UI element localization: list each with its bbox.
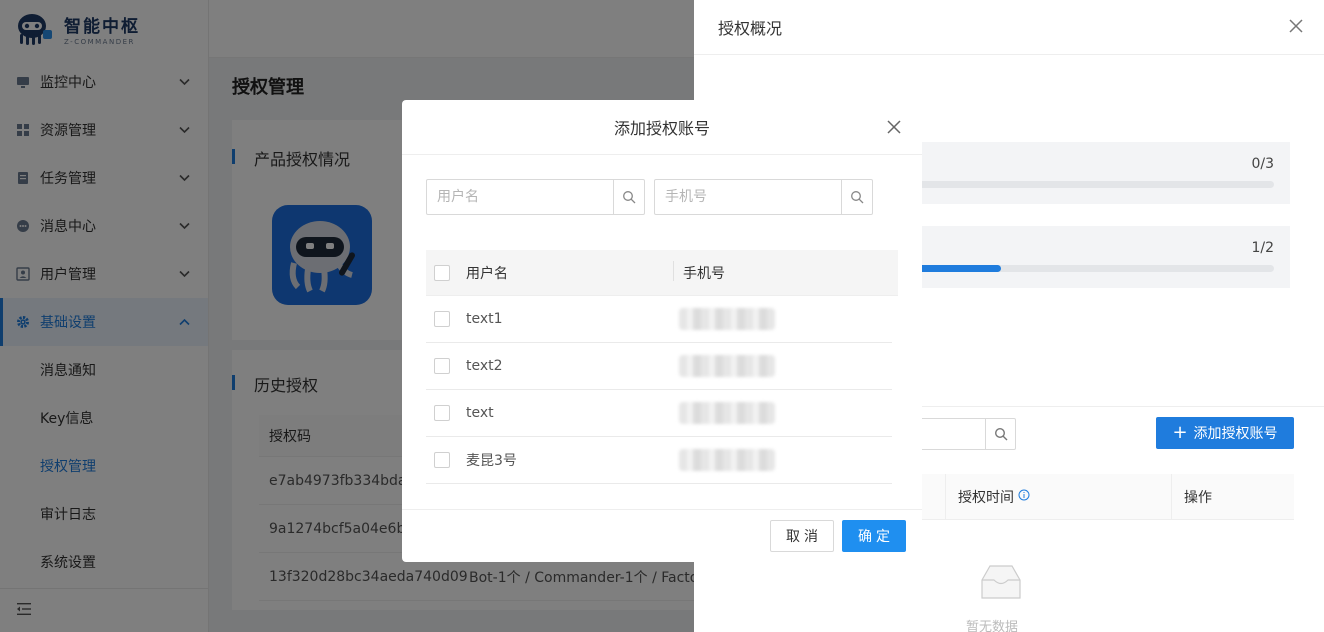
cancel-button[interactable]: 取消: [770, 520, 834, 552]
user-table: 用户名 手机号 text1 text2 text 麦昆3号: [426, 250, 898, 484]
modal-footer: 取消 确定: [402, 509, 922, 562]
row-checkbox[interactable]: [434, 405, 450, 421]
add-button-label: 添加授权账号: [1193, 426, 1278, 442]
column-header-label: 操作: [1184, 489, 1212, 506]
stat-count: 0/3: [1251, 156, 1274, 172]
add-account-modal: 添加授权账号 用户名 手机号 text1 text2: [402, 100, 922, 562]
cell-username: text2: [466, 358, 503, 374]
close-icon[interactable]: [886, 119, 902, 135]
add-authorized-account-button[interactable]: + 添加授权账号: [1156, 417, 1294, 449]
info-icon[interactable]: [1018, 489, 1030, 505]
search-icon[interactable]: [985, 419, 1015, 449]
username-search-input[interactable]: [427, 180, 607, 214]
stat-count: 1/2: [1251, 240, 1274, 256]
empty-text: 暂无数据: [965, 620, 1018, 632]
cell-username: text: [466, 405, 494, 421]
empty-inbox-icon: [976, 562, 1026, 606]
row-checkbox[interactable]: [434, 452, 450, 468]
phone-search-input[interactable]: [655, 180, 835, 214]
cell-phone-redacted: [679, 308, 775, 330]
column-header-label: 授权时间: [958, 489, 1014, 506]
cell-username: 麦昆3号: [466, 453, 517, 469]
column-header-auth-time: 授权时间: [946, 473, 1172, 520]
cell-phone-redacted: [679, 402, 775, 424]
table-row[interactable]: 麦昆3号: [426, 437, 892, 484]
cell-phone-redacted: [679, 449, 775, 471]
drawer-close-icon[interactable]: [1288, 18, 1304, 34]
table-row[interactable]: text2: [426, 343, 892, 390]
cell-phone-redacted: [679, 355, 775, 377]
table-row[interactable]: text: [426, 390, 892, 437]
search-icon[interactable]: [613, 180, 644, 214]
plus-icon: +: [1172, 422, 1188, 443]
phone-search-field: [654, 179, 873, 215]
row-checkbox[interactable]: [434, 358, 450, 374]
column-header-phone: 手机号: [683, 265, 725, 282]
select-all-checkbox[interactable]: [434, 264, 450, 281]
cell-username: text1: [466, 311, 503, 327]
row-checkbox[interactable]: [434, 311, 450, 327]
drawer-title: 授权概况: [694, 0, 1324, 55]
username-search-field: [426, 179, 645, 215]
column-header-username: 用户名: [466, 260, 674, 283]
modal-title: 添加授权账号: [402, 100, 922, 155]
search-icon[interactable]: [841, 180, 872, 214]
table-header: 用户名 手机号: [426, 250, 898, 296]
column-header-actions: 操作: [1172, 474, 1294, 520]
table-row[interactable]: text1: [426, 296, 892, 343]
confirm-button[interactable]: 确定: [842, 520, 906, 552]
